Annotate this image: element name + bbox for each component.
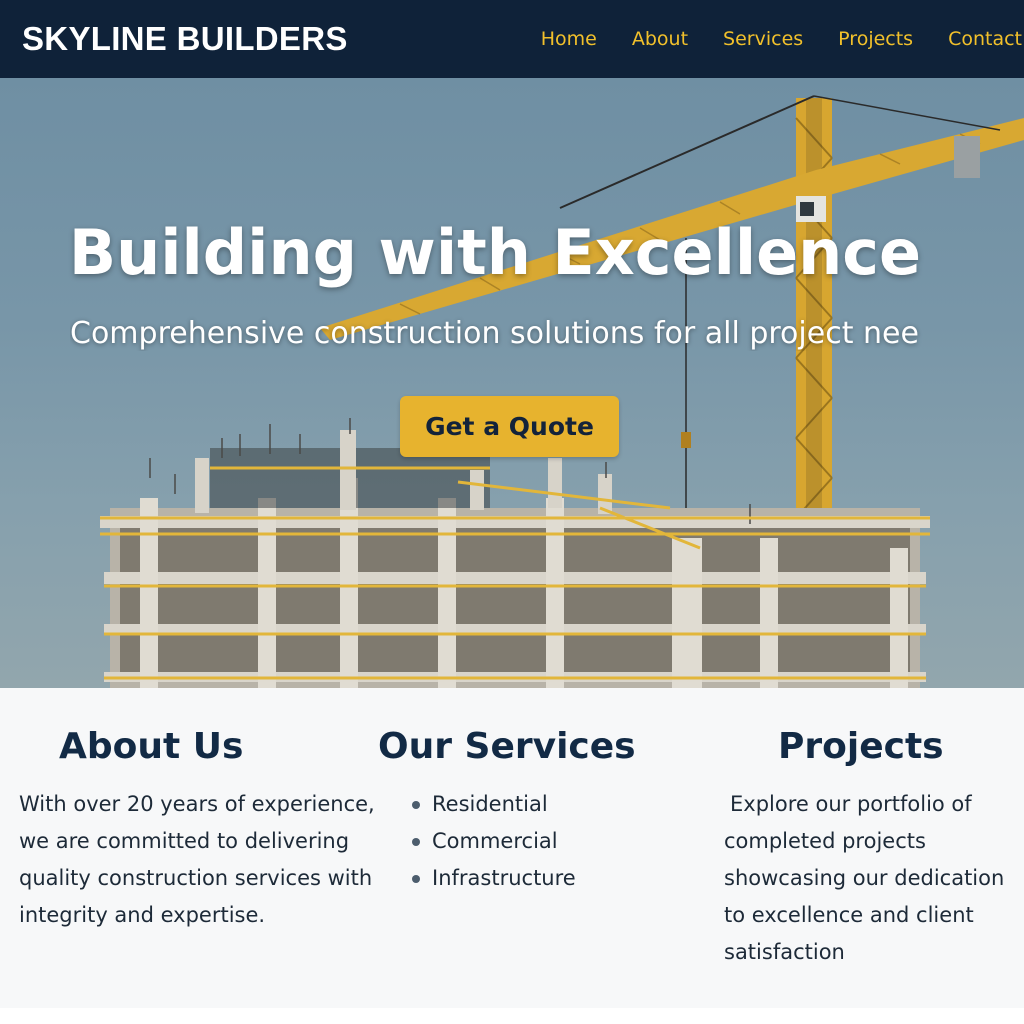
services-heading: Our Services — [378, 726, 636, 767]
projects-heading: Projects — [778, 726, 944, 767]
services-list-item: Infrastructure — [412, 860, 576, 897]
services-list-item: Commercial — [412, 823, 576, 860]
hero-subtitle: Comprehensive construction solutions for… — [70, 316, 919, 351]
hero-section: Building with Excellence Comprehensive c… — [0, 78, 1024, 688]
main-nav: Home About Services Projects Contact — [541, 0, 1024, 78]
nav-link-projects[interactable]: Projects — [838, 28, 913, 50]
about-heading: About Us — [59, 726, 244, 767]
page-bottom-strip — [0, 1008, 1024, 1024]
hero-title: Building with Excellence — [68, 216, 922, 289]
nav-link-home[interactable]: Home — [541, 28, 597, 50]
services-list: Residential Commercial Infrastructure — [412, 786, 576, 897]
get-quote-button[interactable]: Get a Quote — [400, 396, 619, 457]
info-section: About Us With over 20 years of experienc… — [0, 688, 1024, 1008]
brand-logo-text[interactable]: SKYLINE BUILDERS — [22, 20, 348, 58]
about-text: With over 20 years of experience, we are… — [19, 792, 375, 927]
nav-link-about[interactable]: About — [632, 28, 688, 50]
nav-link-services[interactable]: Services — [723, 28, 803, 50]
projects-text: Explore our portfolio of completed proje… — [724, 792, 1005, 964]
hero-background-image — [100, 95, 1024, 688]
nav-link-contact[interactable]: Contact — [948, 28, 1022, 50]
site-header: SKYLINE BUILDERS Home About Services Pro… — [0, 0, 1024, 78]
services-list-item: Residential — [412, 786, 576, 823]
